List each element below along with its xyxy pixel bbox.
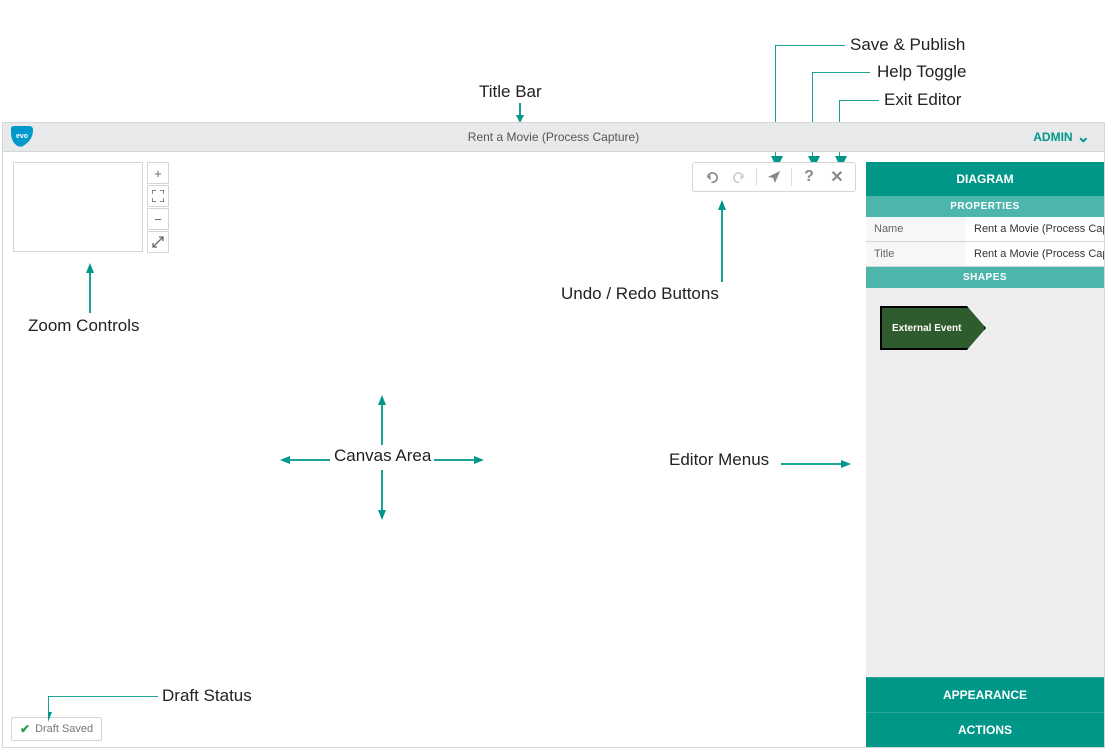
page-title: Rent a Movie (Process Capture) — [468, 130, 639, 144]
annot-canvas-area: Canvas Area — [334, 446, 431, 466]
exit-button[interactable]: ✕ — [823, 163, 851, 191]
zoom-fit-button[interactable] — [147, 185, 169, 207]
panel-properties-header: PROPERTIES — [866, 196, 1104, 217]
annot-title-bar: Title Bar — [479, 82, 542, 102]
zoom-in-button[interactable]: + — [147, 162, 169, 184]
property-label: Name — [866, 217, 966, 241]
annot-draft-status: Draft Status — [162, 686, 252, 706]
panel-header-actions[interactable]: ACTIONS — [866, 712, 1104, 747]
undo-icon — [704, 170, 719, 185]
annot-exit-editor: Exit Editor — [884, 90, 961, 110]
shapes-palette: External Event — [866, 288, 1104, 677]
panel-shapes-header: SHAPES — [866, 267, 1104, 288]
app-area: + − ? ✕ DIAGRAM PROPERTIES Name Rent a M… — [2, 152, 1105, 748]
app-logo-icon: evo — [9, 126, 35, 148]
toolbar-divider — [791, 168, 792, 186]
minimap[interactable] — [13, 162, 143, 252]
send-icon — [767, 170, 781, 184]
property-row: Title Rent a Movie (Process Cap — [866, 242, 1104, 267]
zoom-out-button[interactable]: − — [147, 208, 169, 230]
annot-editor-menus: Editor Menus — [669, 450, 769, 470]
redo-icon — [732, 170, 747, 185]
draft-status: ✔ Draft Saved — [11, 717, 102, 741]
property-row: Name Rent a Movie (Process Cap — [866, 217, 1104, 242]
expand-arrows-icon — [152, 236, 164, 248]
annot-undo-redo: Undo / Redo Buttons — [561, 284, 719, 304]
publish-button[interactable] — [760, 163, 788, 191]
admin-menu[interactable]: ADMIN ⌄ — [1033, 127, 1090, 147]
redo-button[interactable] — [725, 163, 753, 191]
shape-label: External Event — [892, 323, 961, 334]
check-icon: ✔ — [20, 722, 30, 736]
right-panel: DIAGRAM PROPERTIES Name Rent a Movie (Pr… — [866, 162, 1104, 747]
draft-status-label: Draft Saved — [35, 723, 93, 735]
zoom-controls: + − — [147, 162, 169, 254]
property-value-title[interactable]: Rent a Movie (Process Cap — [966, 242, 1104, 266]
undo-button[interactable] — [697, 163, 725, 191]
help-button[interactable]: ? — [795, 163, 823, 191]
chevron-down-icon: ⌄ — [1077, 127, 1090, 147]
panel-header-appearance[interactable]: APPEARANCE — [866, 677, 1104, 712]
panel-header-diagram[interactable]: DIAGRAM — [866, 162, 1104, 196]
property-label: Title — [866, 242, 966, 266]
property-value-name[interactable]: Rent a Movie (Process Cap — [966, 217, 1104, 241]
annot-zoom-controls: Zoom Controls — [28, 316, 139, 336]
editor-toolbar: ? ✕ — [692, 162, 856, 192]
panel-bottom: APPEARANCE ACTIONS — [866, 677, 1104, 747]
admin-label: ADMIN — [1033, 130, 1072, 144]
annot-save-publish: Save & Publish — [850, 35, 965, 55]
annot-help-toggle: Help Toggle — [877, 62, 966, 82]
fullscreen-icon — [152, 190, 164, 202]
shape-external-event[interactable]: External Event — [880, 306, 986, 350]
zoom-expand-button[interactable] — [147, 231, 169, 253]
title-bar: evo Rent a Movie (Process Capture) ADMIN… — [2, 122, 1105, 152]
svg-text:evo: evo — [16, 133, 28, 140]
toolbar-divider — [756, 168, 757, 186]
